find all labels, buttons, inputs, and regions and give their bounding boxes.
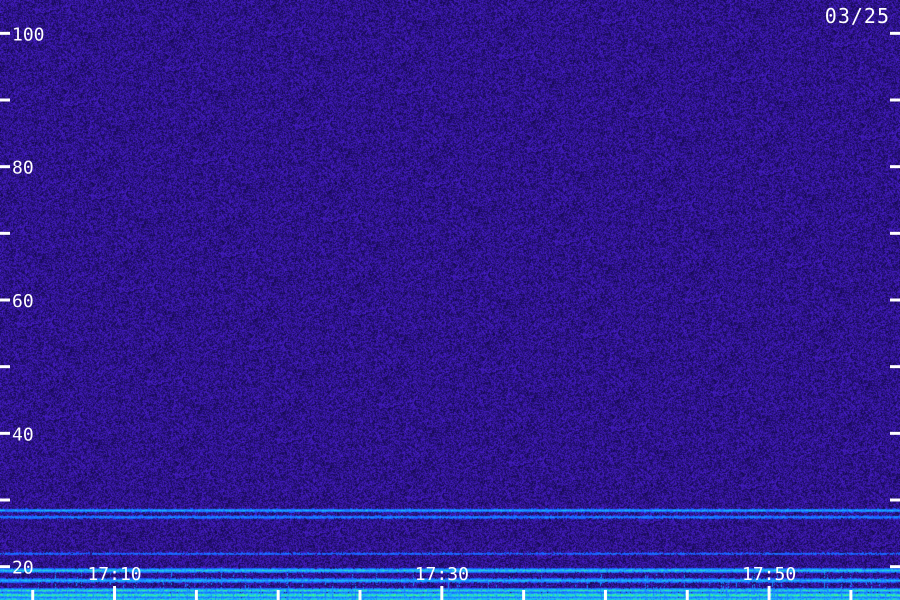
x-tick-label: 17:10 [87, 564, 141, 585]
spectrogram-chart: 100 80 60 40 20 17:10 17:30 17:50 03/25 [0, 0, 900, 600]
y-tick-label: 40 [12, 424, 34, 445]
chart-axes: 100 80 60 40 20 17:10 17:30 17:50 [0, 24, 900, 600]
x-tick-label: 17:50 [742, 564, 796, 585]
y-tick-label: 60 [12, 291, 34, 312]
x-tick-label: 17:30 [415, 564, 469, 585]
y-tick-label: 20 [12, 558, 34, 579]
date-label: 03/25 [824, 4, 890, 28]
y-tick-label: 80 [12, 158, 34, 179]
y-tick-label: 100 [12, 24, 45, 45]
